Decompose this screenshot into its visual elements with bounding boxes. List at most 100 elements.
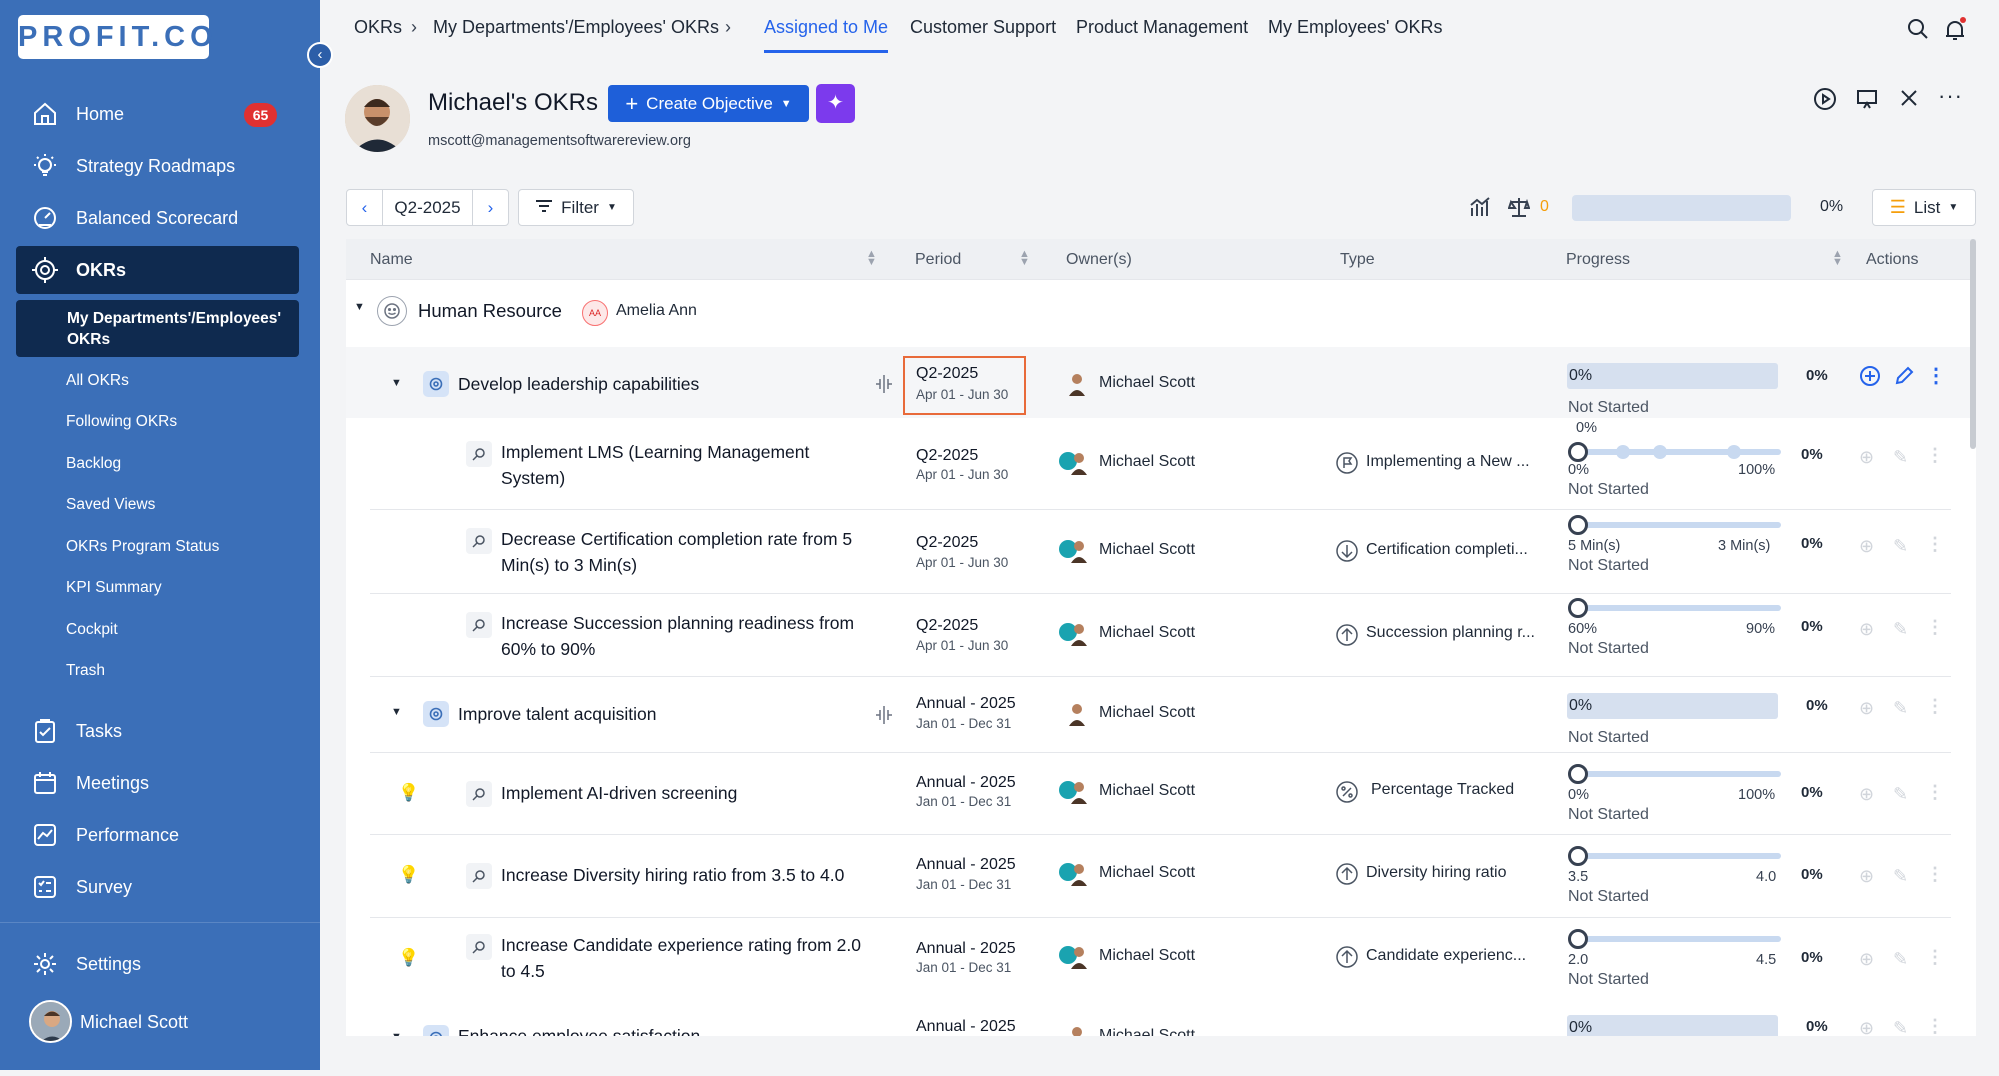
sidebar-item-tasks[interactable]: Tasks (16, 707, 299, 755)
bell-icon[interactable] (1942, 17, 1968, 48)
tab-product-management[interactable]: Product Management (1076, 17, 1248, 38)
column-header-progress[interactable]: Progress (1566, 251, 1630, 269)
search-icon[interactable] (1906, 17, 1930, 46)
tab-assigned-to-me[interactable]: Assigned to Me (764, 17, 888, 38)
key-result-title[interactable]: Implement AI-driven screening (501, 780, 737, 806)
sort-icon[interactable]: ▲ ▼ (1019, 249, 1030, 268)
sidebar-subitem-cockpit[interactable]: Cockpit (66, 621, 118, 639)
add-icon[interactable]: ⊕ (1859, 698, 1874, 719)
balance-scale-icon[interactable] (1507, 196, 1531, 223)
profile-avatar[interactable] (345, 85, 410, 152)
key-result-title[interactable]: Increase Succession planning readiness f… (501, 610, 854, 662)
chevron-down-icon[interactable]: ▼ (354, 301, 365, 313)
edit-pencil-icon[interactable]: ✎ (1893, 619, 1908, 640)
table-row[interactable]: Implement LMS (Learning Management System… (346, 419, 1976, 503)
objective-title[interactable]: Develop leadership capabilities (458, 371, 699, 397)
quarter-selector[interactable]: ‹ Q2-2025 › (346, 189, 509, 226)
add-icon[interactable]: ⊕ (1859, 447, 1874, 468)
edit-pencil-icon[interactable]: ✎ (1893, 784, 1908, 805)
more-options-icon[interactable]: ⋮ (1926, 534, 1944, 555)
objective-title[interactable]: Enhance employee satisfaction (458, 1023, 700, 1036)
sidebar-subitem-trash[interactable]: Trash (66, 662, 105, 680)
sidebar-item-balanced-scorecard[interactable]: Balanced Scorecard (16, 194, 299, 242)
play-icon[interactable] (1813, 87, 1837, 116)
filter-button[interactable]: Filter ▼ (518, 189, 634, 226)
previous-period-icon[interactable]: ‹ (347, 189, 383, 226)
sidebar-subitem-saved-views[interactable]: Saved Views (66, 496, 155, 514)
objective-title[interactable]: Improve talent acquisition (458, 701, 656, 727)
group-name[interactable]: Human Resource (418, 298, 562, 324)
user-avatar[interactable] (29, 1000, 72, 1043)
sidebar-item-strategy-roadmaps[interactable]: Strategy Roadmaps (16, 142, 299, 190)
view-selector[interactable]: ☰ List ▼ (1872, 189, 1976, 226)
ai-sparkle-button[interactable]: ✦ (816, 84, 855, 123)
key-result-title[interactable]: Implement LMS (Learning Management System… (501, 439, 809, 491)
more-options-icon[interactable]: ⋮ (1926, 782, 1944, 803)
sidebar-item-settings[interactable]: Settings (16, 940, 299, 988)
more-options-icon[interactable]: ⋮ (1926, 617, 1944, 638)
edit-pencil-icon[interactable] (1893, 365, 1915, 392)
table-row[interactable]: Decrease Certification completion rate f… (346, 510, 1976, 593)
sidebar-subitem-my-departments-okrs[interactable]: My Departments'/Employees' OKRs (16, 300, 299, 357)
more-options-icon[interactable]: ⋮ (1926, 445, 1944, 466)
check-in-bulb-icon[interactable]: 💡 (398, 783, 419, 803)
presentation-icon[interactable] (1855, 87, 1879, 116)
more-options-icon[interactable]: ⋮ (1926, 1016, 1944, 1036)
more-options-icon[interactable]: ··· (1938, 83, 1963, 109)
add-icon[interactable]: ⊕ (1859, 784, 1874, 805)
breadcrumb-my-departments[interactable]: My Departments'/Employees' OKRs (433, 17, 719, 38)
table-row[interactable]: 💡 Increase Diversity hiring ratio from 3… (346, 835, 1976, 917)
slider-knob[interactable] (1568, 764, 1588, 784)
sidebar-item-meetings[interactable]: Meetings (16, 759, 299, 807)
progress-slider[interactable] (1568, 442, 1781, 462)
add-icon[interactable]: ⊕ (1859, 619, 1874, 640)
collapse-arrows-icon[interactable] (1898, 87, 1920, 114)
add-key-result-icon[interactable] (1859, 365, 1881, 392)
progress-slider[interactable] (1568, 764, 1781, 784)
vertical-scrollbar[interactable] (1970, 239, 1976, 449)
progress-slider[interactable] (1568, 515, 1781, 535)
slider-knob[interactable] (1568, 442, 1588, 462)
more-options-icon[interactable]: ⋮ (1926, 864, 1944, 885)
column-header-period[interactable]: Period (915, 251, 961, 269)
add-icon[interactable]: ⊕ (1859, 1018, 1874, 1036)
progress-slider[interactable] (1568, 598, 1781, 618)
add-icon[interactable]: ⊕ (1859, 866, 1874, 887)
check-in-bulb-icon[interactable]: 💡 (398, 865, 419, 885)
add-icon[interactable]: ⊕ (1859, 536, 1874, 557)
table-row[interactable]: ▼ Develop leadership capabilities Q2-202… (346, 347, 1976, 418)
sort-icon[interactable]: ▲ ▼ (1832, 249, 1843, 268)
sidebar-subitem-kpi-summary[interactable]: KPI Summary (66, 579, 162, 597)
check-in-bulb-icon[interactable]: 💡 (398, 948, 419, 968)
edit-pencil-icon[interactable]: ✎ (1893, 447, 1908, 468)
slider-knob[interactable] (1568, 929, 1588, 949)
alignment-icon[interactable] (873, 373, 895, 400)
collapse-sidebar-button[interactable]: ‹ (307, 42, 333, 68)
edit-pencil-icon[interactable]: ✎ (1893, 949, 1908, 970)
progress-slider[interactable] (1568, 846, 1781, 866)
tab-my-employees-okrs[interactable]: My Employees' OKRs (1268, 17, 1442, 38)
sidebar-subitem-all-okrs[interactable]: All OKRs (66, 372, 129, 390)
add-icon[interactable]: ⊕ (1859, 949, 1874, 970)
chevron-down-icon[interactable]: ▼ (391, 1031, 402, 1036)
slider-knob[interactable] (1568, 846, 1588, 866)
edit-pencil-icon[interactable]: ✎ (1893, 1018, 1908, 1036)
progress-slider[interactable] (1568, 929, 1781, 949)
alignment-icon[interactable] (873, 704, 895, 731)
sidebar-item-performance[interactable]: Performance (16, 811, 299, 859)
table-row[interactable]: 💡 Implement AI-driven screening Annual -… (346, 753, 1976, 834)
table-row[interactable]: 💡 Increase Candidate experience rating f… (346, 918, 1976, 1000)
edit-pencil-icon[interactable]: ✎ (1893, 698, 1908, 719)
key-result-title[interactable]: Increase Diversity hiring ratio from 3.5… (501, 862, 844, 888)
sidebar-item-okrs[interactable]: OKRs (16, 246, 299, 294)
slider-knob[interactable] (1568, 515, 1588, 535)
edit-pencil-icon[interactable]: ✎ (1893, 536, 1908, 557)
edit-pencil-icon[interactable]: ✎ (1893, 866, 1908, 887)
sidebar-subitem-backlog[interactable]: Backlog (66, 455, 121, 473)
key-result-title[interactable]: Decrease Certification completion rate f… (501, 526, 852, 578)
profit-co-logo[interactable]: PROFIT.CO (18, 15, 213, 59)
table-row[interactable]: ▼ Enhance employee satisfaction Annual -… (346, 1001, 1976, 1036)
next-period-icon[interactable]: › (472, 189, 508, 226)
analytics-chart-icon[interactable] (1469, 196, 1491, 223)
chevron-down-icon[interactable]: ▼ (391, 377, 402, 389)
